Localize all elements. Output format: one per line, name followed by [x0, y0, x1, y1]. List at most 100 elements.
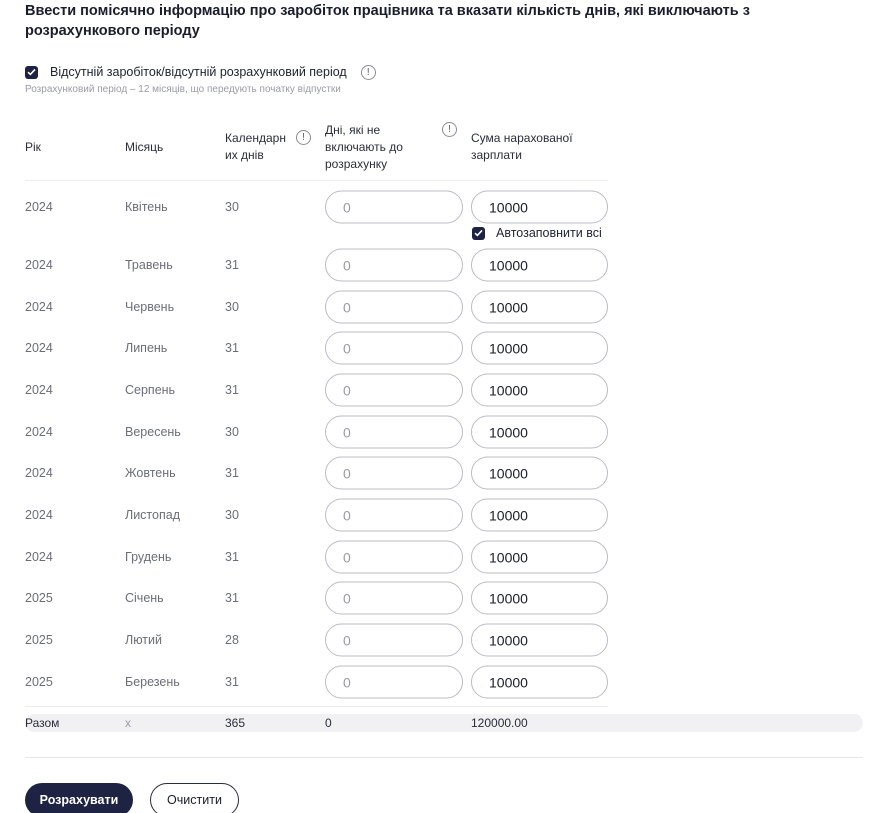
column-header-salary-line: зарплати — [471, 148, 522, 162]
month-cell: Лютий — [125, 633, 162, 647]
column-header-year: Рік — [25, 140, 41, 154]
column-header-salary-line: Сума нарахованої — [471, 131, 573, 145]
year-cell: 2024 — [25, 300, 53, 314]
salary-input[interactable]: 10000 — [471, 498, 608, 532]
year-cell: 2024 — [25, 425, 53, 439]
column-header-month: Місяць — [125, 140, 164, 154]
excluded-days-input[interactable]: 0 — [325, 248, 463, 282]
salary-input[interactable]: 10000 — [471, 456, 608, 490]
table-row: 2024 Грудень 31 0 10000 — [0, 536, 889, 578]
excluded-days-input[interactable]: 0 — [325, 540, 463, 574]
excluded-days-input[interactable]: 0 — [325, 190, 463, 224]
column-header-excluded-days-line: Дні, які не — [325, 123, 381, 137]
calculate-button[interactable]: Розрахувати — [25, 783, 133, 813]
calendar-days-cell: 30 — [225, 200, 239, 214]
calendar-days-cell: 30 — [225, 300, 239, 314]
absent-earnings-checkbox[interactable] — [25, 65, 38, 79]
excluded-days-input[interactable]: 0 — [325, 623, 463, 657]
column-header-excluded-days-line: розрахунку — [325, 157, 388, 171]
salary-input[interactable]: 10000 — [471, 623, 608, 657]
calendar-days-cell: 31 — [225, 341, 239, 355]
totals-salary: 120000.00 — [471, 716, 528, 730]
month-cell: Серпень — [125, 383, 176, 397]
salary-input[interactable]: 10000 — [471, 581, 608, 615]
header-divider — [25, 180, 608, 181]
excluded-days-input[interactable]: 0 — [325, 581, 463, 615]
column-header-excluded-days-line: включають до — [325, 140, 403, 154]
year-cell: 2024 — [25, 341, 53, 355]
year-cell: 2024 — [25, 508, 53, 522]
salary-input[interactable]: 10000 — [471, 540, 608, 574]
info-icon[interactable]: ! — [442, 122, 457, 137]
column-header-excluded-days: Дні, які не включають до розрахунку — [325, 122, 403, 173]
page-title: Ввести помісячно інформацію про заробіто… — [25, 3, 750, 39]
column-header-calendar-days-line: Календарн — [225, 131, 286, 145]
excluded-days-input[interactable]: 0 — [325, 415, 463, 449]
table-row: 2024 Квітень 30 0 10000 — [0, 186, 889, 228]
salary-input[interactable]: 10000 — [471, 415, 608, 449]
calendar-days-cell: 31 — [225, 383, 239, 397]
month-cell: Липень — [125, 341, 168, 355]
month-cell: Листопад — [125, 508, 180, 522]
excluded-days-input[interactable]: 0 — [325, 456, 463, 490]
month-cell: Квітень — [125, 200, 168, 214]
excluded-days-input[interactable]: 0 — [325, 290, 463, 324]
excluded-days-input[interactable]: 0 — [325, 498, 463, 532]
info-icon[interactable]: ! — [296, 130, 311, 145]
info-icon[interactable]: ! — [360, 64, 376, 80]
table-row: 2024 Червень 30 0 10000 — [0, 286, 889, 328]
table-divider — [25, 706, 608, 707]
year-cell: 2025 — [25, 591, 53, 605]
table-row: 2024 Листопад 30 0 10000 — [0, 494, 889, 536]
month-cell: Січень — [125, 591, 164, 605]
totals-excluded: 0 — [325, 716, 332, 730]
salary-input[interactable]: 10000 — [471, 248, 608, 282]
salary-input[interactable]: 10000 — [471, 290, 608, 324]
year-cell: 2025 — [25, 675, 53, 689]
month-cell: Грудень — [125, 550, 172, 564]
absent-earnings-option: Відсутній заробіток/відсутній розрахунко… — [25, 64, 376, 80]
year-cell: 2024 — [25, 466, 53, 480]
calendar-days-cell: 31 — [225, 675, 239, 689]
calendar-days-cell: 31 — [225, 591, 239, 605]
month-cell: Вересень — [125, 425, 181, 439]
excluded-days-input[interactable]: 0 — [325, 665, 463, 699]
column-header-salary: Сума нарахованої зарплати — [471, 130, 573, 164]
excluded-days-input[interactable]: 0 — [325, 373, 463, 407]
year-cell: 2024 — [25, 383, 53, 397]
table-row: 2024 Липень 31 0 10000 — [0, 327, 889, 369]
autofill-label[interactable]: Автозаповнити всі — [496, 226, 602, 240]
month-cell: Березень — [125, 675, 180, 689]
period-hint: Розрахунковий період – 12 місяців, що пе… — [25, 84, 341, 95]
totals-month: x — [125, 716, 131, 730]
table-row: 2025 Січень 31 0 10000 — [0, 577, 889, 619]
table-row: 2024 Серпень 31 0 10000 — [0, 369, 889, 411]
table-row: 2024 Травень 31 0 10000 — [0, 244, 889, 286]
month-cell: Жовтень — [125, 466, 176, 480]
calendar-days-cell: 28 — [225, 633, 239, 647]
month-cell: Травень — [125, 258, 173, 272]
autofill-checkbox[interactable] — [472, 226, 485, 240]
calendar-days-cell: 31 — [225, 466, 239, 480]
column-header-calendar-days: Календарн их днів — [225, 130, 286, 164]
totals-row — [25, 714, 863, 732]
checkmark-icon — [27, 68, 36, 76]
salary-input[interactable]: 10000 — [471, 373, 608, 407]
excluded-days-input[interactable]: 0 — [325, 331, 463, 365]
salary-input[interactable]: 10000 — [471, 665, 608, 699]
clear-button[interactable]: Очистити — [150, 783, 239, 813]
absent-earnings-label[interactable]: Відсутній заробіток/відсутній розрахунко… — [50, 65, 347, 79]
column-header-calendar-days-line: их днів — [225, 148, 264, 162]
year-cell: 2024 — [25, 550, 53, 564]
month-cell: Червень — [125, 300, 175, 314]
table-row: 2024 Жовтень 31 0 10000 — [0, 452, 889, 494]
totals-label: Разом — [25, 716, 60, 730]
calendar-days-cell: 31 — [225, 550, 239, 564]
salary-input[interactable]: 10000 — [471, 190, 608, 224]
year-cell: 2024 — [25, 200, 53, 214]
autofill-option: Автозаповнити всі — [472, 226, 602, 240]
table-row: 2025 Березень 31 0 10000 — [0, 661, 889, 703]
salary-input[interactable]: 10000 — [471, 331, 608, 365]
calendar-days-cell: 31 — [225, 258, 239, 272]
year-cell: 2025 — [25, 633, 53, 647]
